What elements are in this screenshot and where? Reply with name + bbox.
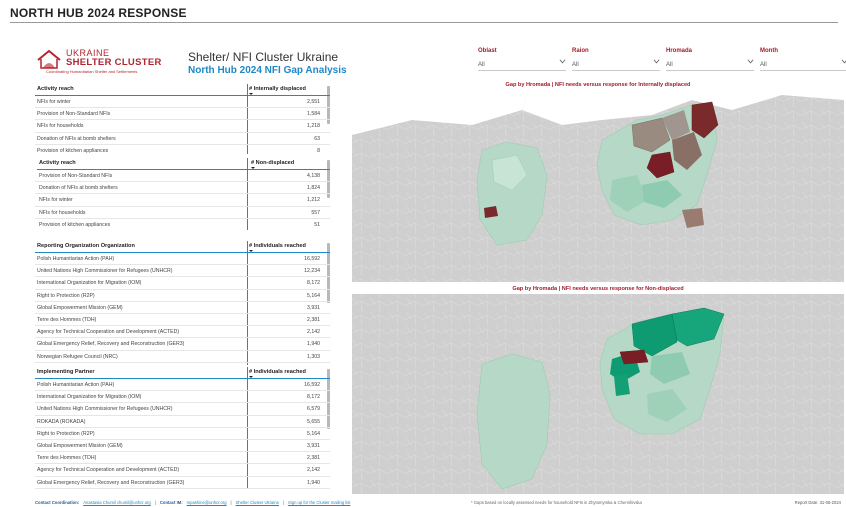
table-row: Donation of NFIs at bomb shelters 1,824 <box>35 182 330 195</box>
map-gap-non-displaced[interactable]: Gap by Hromada | NFI needs versus respon… <box>352 284 844 494</box>
report-date: Report Date: 31-05-2024 <box>794 500 841 505</box>
shelter-cluster-logo: UKRAINE SHELTER CLUSTER Coordinating Hum… <box>36 46 166 76</box>
sort-arrow-icon <box>249 376 253 378</box>
table-header: Reporting Organization Organization # In… <box>35 241 330 253</box>
table-header: Implementing Partner # Individuals reach… <box>35 367 330 379</box>
map-title: Gap by Hromada | NFI needs versus respon… <box>512 286 684 292</box>
table-row: Global Emergency Relief, Recovery and Re… <box>35 477 330 489</box>
logo-tagline: Coordinating Humanitarian Shelter and Se… <box>46 69 138 74</box>
table-row: NFIs for households 557 <box>35 207 330 219</box>
table-row: Global Empowerment Mission (GEM) 3,931 <box>35 440 330 453</box>
filter-value: All <box>572 62 579 68</box>
filter-label: Raion <box>572 48 589 54</box>
sort-arrow-icon <box>249 93 253 95</box>
table-header: Activity reach # Non-displaced <box>37 158 330 170</box>
column-header[interactable]: Activity reach <box>39 160 76 166</box>
chevron-down-icon <box>653 59 660 64</box>
column-header[interactable]: Activity reach <box>37 86 74 92</box>
table-row: ROKADA (ROKADA) 5,655 <box>35 416 330 428</box>
table-row: United Nations High Commissioner for Ref… <box>35 403 330 416</box>
report-title: Shelter/ NFI Cluster Ukraine <box>188 50 339 64</box>
report-subtitle: North Hub 2024 NFI Gap Analysis <box>188 65 347 76</box>
hromada-high-gap[interactable] <box>484 206 498 218</box>
hromada-high-gap[interactable] <box>619 349 649 365</box>
footer-im-label: Contact IM: <box>159 500 183 505</box>
footer-link-cluster[interactable]: Shelter Cluster Ukraine <box>236 500 279 505</box>
table-row: NFIs for winter 1,212 <box>35 194 330 207</box>
filter-raion[interactable]: Raion All <box>572 48 660 72</box>
table-row: Provision of kitchen appliances 8 <box>35 145 330 154</box>
hromada-choropleth-idp <box>352 80 844 282</box>
filter-label: Month <box>760 48 778 54</box>
table-row: United Nations High Commissioner for Ref… <box>35 265 330 278</box>
table-header: Activity reach # Internally displaced <box>35 84 330 96</box>
column-header[interactable]: # Non-displaced <box>251 160 294 166</box>
footer-note: * Gaps based on locally assessed needs f… <box>471 500 642 505</box>
table-row: Right to Protection (R2P) 5,164 <box>35 290 330 302</box>
filter-label: Oblast <box>478 48 497 54</box>
table-row: Donation of NFIs at bomb shelters 63 <box>35 133 330 145</box>
hromada-choropleth-non-displaced <box>352 284 844 494</box>
filter-month[interactable]: Month All <box>760 48 846 72</box>
table-row: International Organization for Migration… <box>35 277 330 290</box>
column-header[interactable]: Reporting Organization Organization <box>37 243 135 249</box>
title-divider <box>10 22 838 23</box>
table-row: International Organization for Migration… <box>35 391 330 404</box>
table-row: Norwegian Refugee Council (NRC) 1,303 <box>35 351 330 363</box>
table-row: NFIs for winter 2,551 <box>35 96 330 109</box>
footer-contact-label: Contact Coordination: <box>35 500 80 505</box>
map-gap-idp[interactable]: Gap by Hromada | NFI needs versus respon… <box>352 80 844 282</box>
page-title: NORTH HUB 2024 RESPONSE <box>10 6 187 20</box>
table-row: Global Emergency Relief, Recovery and Re… <box>35 338 330 351</box>
logo-line2: SHELTER CLUSTER <box>66 57 162 68</box>
table-row: Provision of Non-Standard NFIs 1,584 <box>35 108 330 121</box>
filter-value: All <box>666 62 673 68</box>
table-row: Global Empowerment Mission (GEM) 3,931 <box>35 302 330 314</box>
table-row: Agency for Technical Cooperation and Dev… <box>35 326 330 339</box>
map-title: Gap by Hromada | NFI needs versus respon… <box>505 82 691 88</box>
column-header[interactable]: Implementing Partner <box>37 369 95 375</box>
filter-label: Hromada <box>666 48 693 54</box>
sort-arrow-icon <box>251 167 255 169</box>
filter-hromada[interactable]: Hromada All <box>666 48 754 72</box>
footer: Contact Coordination: Anastasia Chumil ch… <box>35 500 841 505</box>
chevron-down-icon <box>559 59 566 64</box>
footer-contact-email[interactable]: Anastasia Chumil chumil@unhcr.org <box>83 500 151 505</box>
footer-im-email[interactable]: mpashine@unhcr.org <box>187 500 227 505</box>
table-activity-non-displaced: Activity reach # Non-displaced Provision… <box>35 158 330 230</box>
table-reporting-organization: Reporting Organization Organization # In… <box>35 241 330 365</box>
sort-arrow-icon <box>249 250 253 252</box>
footer-link-mailing[interactable]: Sign up for the Cluster mailing list <box>288 500 350 505</box>
table-row: Terre des Hommes (TDH) 2,381 <box>35 452 330 465</box>
chevron-down-icon <box>747 59 754 64</box>
column-header[interactable]: # Individuals reached <box>249 243 306 249</box>
table-row: Provision of kitchen appliances 51 <box>35 219 330 230</box>
chevron-down-icon <box>841 59 846 64</box>
table-row: Terre des Hommes (TDH) 2,381 <box>35 314 330 327</box>
filter-value: All <box>760 62 767 68</box>
table-row: NFIs for households 1,218 <box>35 120 330 133</box>
filter-oblast[interactable]: Oblast All <box>478 48 566 72</box>
column-header[interactable]: # Internally displaced <box>249 86 306 92</box>
table-implementing-partner: Implementing Partner # Individuals reach… <box>35 367 330 489</box>
table-row: Polish Humanitarian Action (PAH) 16,592 <box>35 379 330 392</box>
table-row: Provision of Non-Standard NFIs 4,138 <box>35 170 330 183</box>
house-logo-icon <box>37 49 61 69</box>
filter-value: All <box>478 62 485 68</box>
table-row: Agency for Technical Cooperation and Dev… <box>35 464 330 477</box>
table-row: Right to Protection (R2P) 5,164 <box>35 428 330 440</box>
table-row: Polish Humanitarian Action (PAH) 16,592 <box>35 253 330 266</box>
table-activity-idp: Activity reach # Internally displaced NF… <box>35 84 330 154</box>
column-header[interactable]: # Individuals reached <box>249 369 306 375</box>
